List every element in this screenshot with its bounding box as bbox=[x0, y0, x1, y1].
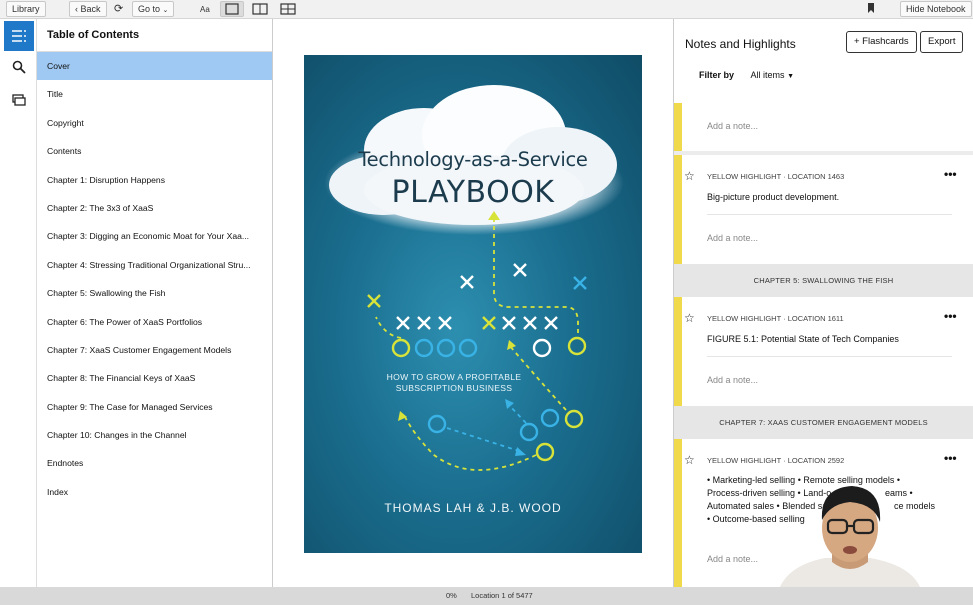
single-page-icon bbox=[225, 3, 239, 15]
toc-item[interactable]: Chapter 1: Disruption Happens bbox=[37, 166, 272, 194]
back-label: Back bbox=[80, 4, 101, 14]
toc-item[interactable]: Chapter 2: The 3x3 of XaaS bbox=[37, 194, 272, 222]
back-button[interactable]: ‹ Back bbox=[69, 1, 107, 17]
two-page-icon bbox=[252, 3, 268, 15]
toc-title: Table of Contents bbox=[37, 19, 272, 52]
add-note-field[interactable]: Add a note... bbox=[707, 554, 758, 564]
highlight-meta: YELLOW HIGHLIGHT · LOCATION 1463 bbox=[707, 172, 845, 181]
presenter-image bbox=[780, 486, 920, 587]
progress-percent: 0% bbox=[446, 591, 457, 600]
cover-authors: THOMAS LAH & J.B. WOOD bbox=[384, 501, 562, 515]
section-header: CHAPTER 7: XAAS CUSTOMER ENGAGEMENT MODE… bbox=[674, 406, 973, 439]
cover-title-line2: PLAYBOOK bbox=[391, 175, 555, 210]
search-icon[interactable] bbox=[4, 52, 34, 82]
toc-item[interactable]: Cover bbox=[37, 52, 272, 81]
table-of-contents-icon[interactable] bbox=[4, 21, 34, 51]
cover-artwork bbox=[324, 85, 624, 471]
toc-item[interactable]: Chapter 3: Digging an Economic Moat for … bbox=[37, 222, 272, 250]
more-options-icon[interactable]: ••• bbox=[944, 167, 957, 181]
export-button[interactable]: Export bbox=[920, 31, 964, 53]
star-icon[interactable]: ☆ bbox=[684, 169, 695, 183]
flashcards-button[interactable]: + Flashcards bbox=[846, 31, 917, 53]
toc-item[interactable]: Title bbox=[37, 80, 272, 108]
side-rail bbox=[0, 19, 37, 587]
status-bar: 0% Location 1 of 5477 bbox=[0, 587, 973, 605]
toc-item[interactable]: Copyright bbox=[37, 109, 272, 137]
toc-item[interactable]: Chapter 10: Changes in the Channel bbox=[37, 421, 272, 449]
filter-label: Filter by bbox=[699, 70, 735, 80]
star-icon[interactable]: ☆ bbox=[684, 453, 695, 467]
section-header: CHAPTER 5: SWALLOWING THE FISH bbox=[674, 264, 973, 297]
cover-subtitle-line1: HOW TO GROW A PROFITABLE bbox=[386, 372, 522, 382]
library-button[interactable]: Library bbox=[6, 1, 46, 17]
toc-item[interactable]: Contents bbox=[37, 137, 272, 165]
more-options-icon[interactable]: ••• bbox=[944, 309, 957, 323]
reading-pane: Technology-as-a-Service PLAYBOOK HOW TO … bbox=[273, 19, 674, 587]
toc-item[interactable]: Chapter 9: The Case for Managed Services bbox=[37, 393, 272, 421]
toc-item[interactable]: Chapter 8: The Financial Keys of XaaS bbox=[37, 364, 272, 392]
toc-item[interactable]: Chapter 7: XaaS Customer Engagement Mode… bbox=[37, 336, 272, 364]
toc-item[interactable]: Chapter 4: Stressing Traditional Organiz… bbox=[37, 251, 272, 279]
more-options-icon[interactable]: ••• bbox=[944, 451, 957, 465]
table-of-contents-panel: Table of Contents Cover Title Copyright Con… bbox=[37, 19, 273, 587]
highlight-text: Big-picture product development. bbox=[707, 192, 840, 202]
toc-list: Cover Title Copyright Contents Chapter 1: Di… bbox=[37, 52, 272, 506]
toc-item[interactable]: Endnotes bbox=[37, 449, 272, 477]
presenter-video-overlay bbox=[770, 470, 930, 587]
cover-title-line1: Technology-as-a-Service bbox=[358, 148, 588, 171]
refresh-icon[interactable]: ⟳ bbox=[114, 2, 123, 17]
bookmark-icon[interactable] bbox=[866, 2, 876, 17]
top-toolbar: Library ‹ Back ⟳ Go to ⌄ Aa Hide Noteboo… bbox=[0, 0, 973, 19]
filter-row: Filter by All items ▼ bbox=[699, 70, 794, 80]
location-indicator: Location 1 of 5477 bbox=[471, 591, 533, 600]
book-cover[interactable]: Technology-as-a-Service PLAYBOOK HOW TO … bbox=[304, 55, 642, 553]
grid-view-icon bbox=[280, 3, 296, 15]
filter-dropdown[interactable]: All items ▼ bbox=[751, 70, 794, 80]
filter-value: All items bbox=[750, 70, 785, 80]
hide-notebook-button[interactable]: Hide Notebook bbox=[900, 1, 972, 17]
caret-down-icon: ▼ bbox=[787, 73, 795, 80]
toc-item[interactable]: Chapter 5: Swallowing the Fish bbox=[37, 279, 272, 307]
highlight-meta: YELLOW HIGHLIGHT · LOCATION 1611 bbox=[707, 314, 844, 323]
cover-subtitle-line2: SUBSCRIPTION BUSINESS bbox=[395, 383, 513, 393]
add-note-field[interactable]: Add a note... bbox=[707, 121, 758, 131]
goto-label: Go to bbox=[138, 4, 161, 14]
highlight-text: FIGURE 5.1: Potential State of Tech Comp… bbox=[707, 334, 899, 344]
note-card: Add a note... bbox=[674, 103, 973, 155]
chevron-down-icon: ⌄ bbox=[162, 7, 169, 14]
highlight-meta: YELLOW HIGHLIGHT · LOCATION 2592 bbox=[707, 456, 845, 465]
two-page-view-button[interactable] bbox=[252, 2, 268, 17]
flashcards-icon[interactable] bbox=[4, 85, 34, 115]
star-icon[interactable]: ☆ bbox=[684, 311, 695, 325]
chevron-left-icon: ‹ bbox=[75, 4, 78, 14]
toc-item[interactable]: Index bbox=[37, 478, 272, 506]
highlight-card: ☆ YELLOW HIGHLIGHT · LOCATION 1463 ••• B… bbox=[674, 155, 973, 264]
toc-item[interactable]: Chapter 6: The Power of XaaS Portfolios bbox=[37, 308, 272, 336]
add-note-field[interactable]: Add a note... bbox=[707, 233, 758, 243]
notebook-title: Notes and Highlights bbox=[685, 37, 796, 51]
grid-view-button[interactable] bbox=[280, 2, 296, 17]
add-note-field[interactable]: Add a note... bbox=[707, 375, 758, 385]
highlight-card: ☆ YELLOW HIGHLIGHT · LOCATION 1611 ••• F… bbox=[674, 297, 973, 406]
single-page-view-button[interactable] bbox=[220, 1, 244, 17]
font-settings-button[interactable]: Aa bbox=[200, 2, 210, 17]
goto-button[interactable]: Go to ⌄ bbox=[132, 1, 175, 17]
